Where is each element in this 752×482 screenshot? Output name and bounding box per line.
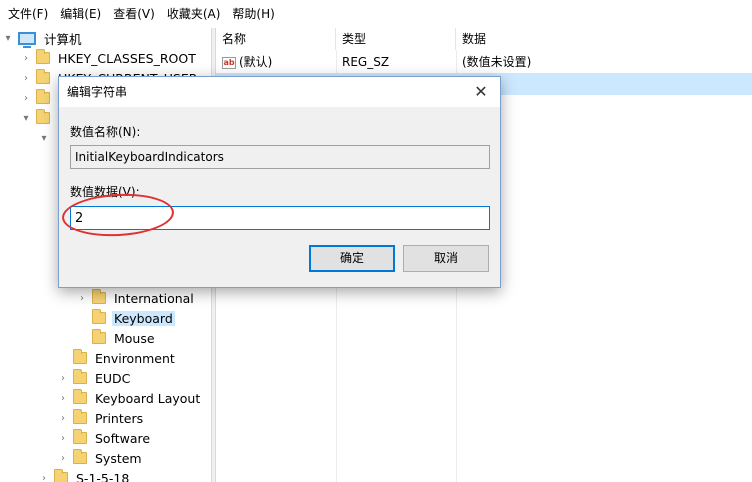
tree-item-printers[interactable]: › Printers [57,408,145,428]
tree-item-label: 计算机 [44,31,82,47]
tree-item-label: Keyboard Layout [95,390,201,406]
tree-item-keyboard[interactable]: Keyboard [76,308,175,328]
tree-item-hidden-2[interactable]: ▾ [20,108,56,128]
tree-item-hidden-3[interactable]: ▾ [38,128,54,148]
tree-item-environment[interactable]: Environment [57,348,177,368]
folder-icon [73,449,87,464]
column-header-type[interactable]: 类型 [336,28,456,50]
expand-icon[interactable]: › [20,88,32,108]
tree-item-label: Environment [95,350,175,366]
folder-icon [36,109,50,124]
collapse-icon[interactable]: ▾ [20,108,32,128]
tree-item-eudc[interactable]: › EUDC [57,368,132,388]
tree-item-hkcr[interactable]: › HKEY_CLASSES_ROOT [20,48,198,68]
folder-icon [92,329,106,344]
folder-icon [36,89,50,104]
menu-help[interactable]: 帮助(H) [226,0,280,28]
close-icon[interactable]: ✕ [462,77,500,107]
cancel-button[interactable]: 取消 [403,245,489,272]
menu-bar: 文件(F) 编辑(E) 查看(V) 收藏夹(A) 帮助(H) [0,0,752,28]
tree-item-label: Keyboard [112,310,175,326]
tree-item-label: Printers [95,410,144,426]
value-name-field: InitialKeyboardIndicators [70,145,490,169]
folder-icon [36,49,50,64]
computer-icon [18,31,36,48]
value-name-cell: ab (默认) [216,51,336,73]
tree-item-label: System [95,450,142,466]
list-row[interactable]: ab (默认) REG_SZ (数值未设置) [216,51,752,73]
tree-item-s-1-5-18[interactable]: › S-1-5-18 [38,468,131,482]
regedit-window: 文件(F) 编辑(E) 查看(V) 收藏夹(A) 帮助(H) ▾ 计算机 › H… [0,0,752,482]
expand-icon[interactable]: › [76,288,88,308]
expand-icon[interactable]: › [38,468,50,482]
menu-favorites[interactable]: 收藏夹(A) [161,0,227,28]
column-header-name[interactable]: 名称 [216,28,336,50]
tree-item-label: EUDC [95,370,131,386]
tree-item-system[interactable]: › System [57,448,144,468]
column-header-data[interactable]: 数据 [456,28,752,50]
tree-item-software[interactable]: › Software [57,428,152,448]
string-value-icon: ab [222,56,236,69]
expand-icon[interactable]: › [57,428,69,448]
expand-icon[interactable]: › [57,388,69,408]
tree-item-label: International [114,290,194,306]
value-data-input[interactable] [70,206,490,230]
tree-item-mouse[interactable]: Mouse [76,328,157,348]
collapse-icon[interactable]: ▾ [2,28,14,48]
menu-edit[interactable]: 编辑(E) [54,0,107,28]
expand-icon[interactable]: › [20,48,32,68]
tree-item-keyboard-layout[interactable]: › Keyboard Layout [57,388,202,408]
folder-icon [73,429,87,444]
expand-icon[interactable]: › [57,368,69,388]
tree-item-label: Software [95,430,151,446]
folder-icon [36,69,50,84]
folder-icon [54,469,68,482]
edit-string-dialog: 编辑字符串 ✕ 数值名称(N): InitialKeyboardIndicato… [58,76,501,288]
value-data-label: 数值数据(V): [70,185,140,199]
value-data: (数值未设置) [462,55,532,69]
folder-icon [73,409,87,424]
tree-item-label: Mouse [114,330,155,346]
folder-icon [92,289,106,304]
dialog-title: 编辑字符串 [67,85,128,99]
folder-icon [73,349,87,364]
collapse-icon[interactable]: ▾ [38,128,50,148]
tree-item-computer[interactable]: ▾ 计算机 [2,28,84,48]
menu-file[interactable]: 文件(F) [2,0,54,28]
ok-button[interactable]: 确定 [309,245,395,272]
value-name: (默认) [239,55,273,69]
expand-icon[interactable]: › [57,408,69,428]
expand-icon[interactable]: › [20,68,32,88]
value-type: REG_SZ [342,55,390,69]
dialog-titlebar[interactable]: 编辑字符串 ✕ [59,77,500,107]
value-name-label: 数值名称(N): [70,125,141,139]
tree-item-hidden-1[interactable]: › [20,88,56,108]
folder-icon [73,369,87,384]
tree-item-label: HKEY_CLASSES_ROOT [58,50,196,66]
folder-icon [73,389,87,404]
expand-icon[interactable]: › [57,448,69,468]
tree-item-label: S-1-5-18 [76,470,130,482]
tree-item-international[interactable]: › International [76,288,196,308]
folder-icon [92,309,106,324]
menu-view[interactable]: 查看(V) [107,0,161,28]
